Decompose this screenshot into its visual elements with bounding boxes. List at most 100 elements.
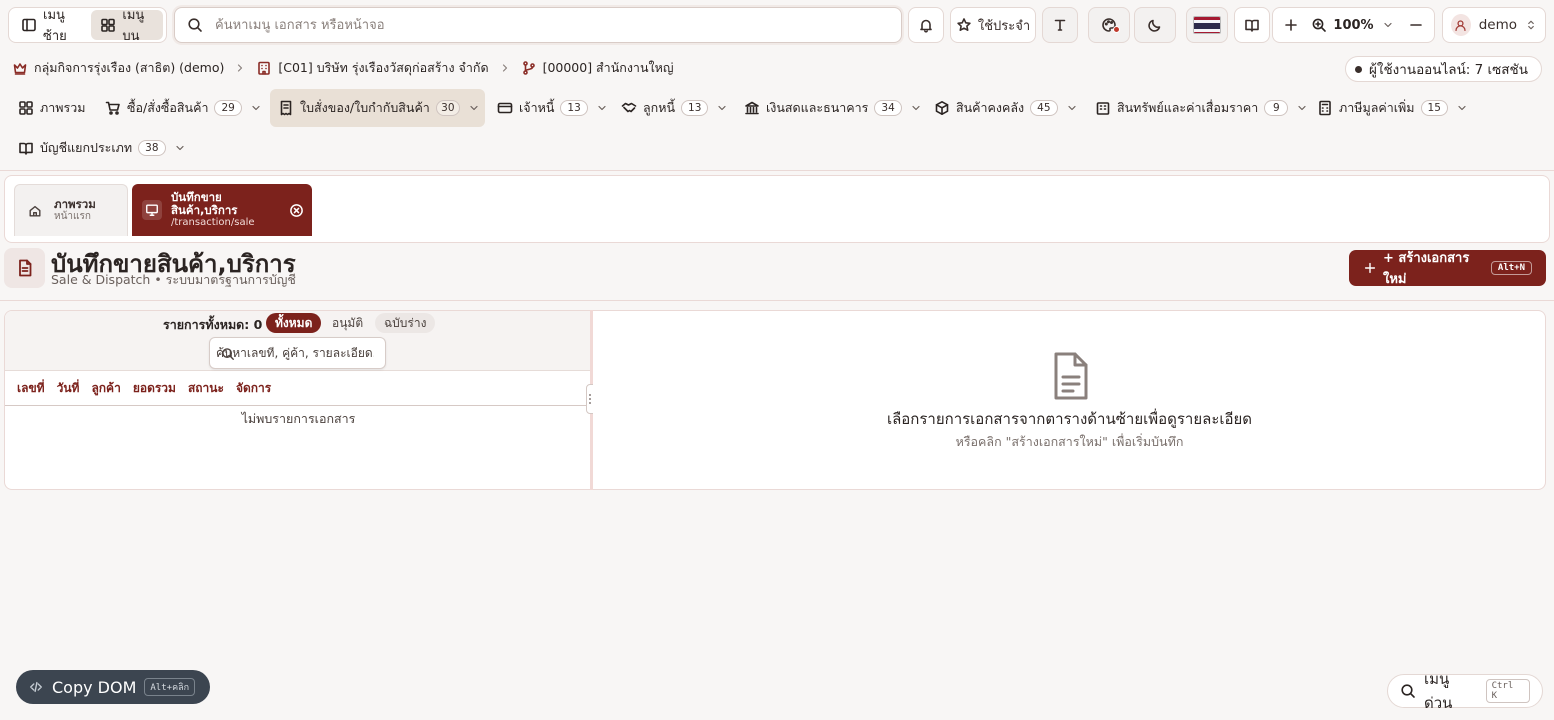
empty-detail-title: เลือกรายการเอกสารจากตารางด้านซ้ายเพื่อดู… <box>886 410 1253 428</box>
monitor-icon <box>142 200 162 220</box>
nav-item-receivables[interactable]: ลูกหนี้ 13 <box>613 89 738 127</box>
chevron-down-icon <box>466 100 482 116</box>
grid-icon <box>100 17 116 33</box>
total-value: 0 <box>253 317 263 332</box>
column-header[interactable]: สถานะ <box>188 379 224 398</box>
tab-subtitle: /transaction/sale <box>171 217 255 229</box>
chevron-down-icon <box>1294 100 1310 116</box>
user-name: demo <box>1478 17 1517 33</box>
nav-item-assets[interactable]: สินทรัพย์และค่าเสื่อมราคา 9 <box>1087 89 1318 127</box>
filter-approved[interactable]: อนุมัติ <box>323 313 372 333</box>
nav-item-cash-bank[interactable]: เงินสดและธนาคาร 34 <box>736 89 932 127</box>
building-icon <box>256 60 272 76</box>
layout-toggle-group: เมนูซ้าย เมนูบน <box>8 7 167 44</box>
left-menu-button[interactable]: เมนูซ้าย <box>12 8 89 44</box>
card-icon <box>497 100 513 116</box>
branch-icon <box>521 60 537 76</box>
dark-mode-button[interactable] <box>1134 7 1176 43</box>
theme-indicator-dot <box>1113 26 1120 33</box>
font-button[interactable] <box>1042 7 1078 43</box>
nav-item-label: เงินสดและธนาคาร <box>766 100 869 115</box>
zoom-out-button[interactable] <box>1400 9 1432 41</box>
tab-title: ภาพรวม <box>54 197 96 212</box>
chevron-down-icon <box>714 100 730 116</box>
nav-item-inventory[interactable]: สินค้าคงคลัง 45 <box>926 89 1088 127</box>
column-header[interactable]: เลขที่ <box>17 379 45 398</box>
top-bar: เมนูซ้าย เมนูบน ใช้ประจำ <box>0 0 1554 50</box>
nav-item-overview[interactable]: ภาพรวม <box>10 89 93 127</box>
breadcrumb-group[interactable]: กลุ่มกิจการรุ่งเรือง (สาธิต) (demo) <box>12 58 224 78</box>
global-search[interactable] <box>174 7 902 43</box>
nav-item-label: ภาษีมูลค่าเพิ่ม <box>1339 100 1415 115</box>
filter-all[interactable]: ทั้งหมด <box>266 313 322 333</box>
breadcrumb-branch[interactable]: [00000] สำนักงานใหญ่ <box>521 58 673 78</box>
sidebar-icon <box>21 17 37 33</box>
tab-text: บันทึกขาย สินค้า,บริการ /transaction/sal… <box>171 190 255 229</box>
document-list-panel: รายการทั้งหมด: 0 ทั้งหมด อนุมัติ ฉบับร่า… <box>4 310 591 490</box>
nav-item-purchase[interactable]: ซื้อ/สั่งซื้อสินค้า 29 <box>97 89 272 127</box>
zoom-icon <box>1311 17 1327 33</box>
tab-overview[interactable]: ภาพรวม หน้าแรก <box>14 184 128 236</box>
column-header[interactable]: ยอดรวม <box>133 379 176 398</box>
count-badge: 38 <box>138 140 166 156</box>
nav-item-payables[interactable]: เจ้าหนี้ 13 <box>489 89 618 127</box>
language-button[interactable] <box>1186 7 1228 43</box>
create-document-button[interactable]: + สร้างเอกสารใหม่ Alt+N <box>1349 250 1546 287</box>
shortcut-hint: Ctrl K <box>1485 679 1530 703</box>
top-menu-button[interactable]: เมนูบน <box>91 8 163 44</box>
filter-draft[interactable]: ฉบับร่าง <box>375 313 436 333</box>
online-users-badge[interactable]: ผู้ใช้งานออนไลน์: 7 เซสชัน <box>1345 56 1542 82</box>
close-circle-icon[interactable] <box>288 202 304 218</box>
text-icon <box>1052 17 1068 33</box>
zoom-level-select[interactable]: 100% <box>1311 17 1395 33</box>
plus-icon <box>1363 261 1377 275</box>
list-search[interactable] <box>209 337 386 369</box>
nav-item-vat[interactable]: ภาษีมูลค่าเพิ่ม 15 <box>1309 89 1478 127</box>
shortcut-hint: Alt+คลิก <box>144 678 196 696</box>
chevron-down-icon <box>1454 100 1470 116</box>
chevron-right-icon <box>497 60 513 76</box>
tab-text: ภาพรวม หน้าแรก <box>54 197 96 223</box>
column-header[interactable]: วันที่ <box>57 379 80 398</box>
breadcrumb: กลุ่มกิจการรุ่งเรือง (สาธิต) (demo) [C01… <box>12 58 673 78</box>
total-count: รายการทั้งหมด: 0 <box>163 315 262 335</box>
cart-icon <box>105 100 121 116</box>
breadcrumb-company[interactable]: [C01] บริษัท รุ่งเรืองวัสดุก่อสร้าง จำกั… <box>256 58 489 78</box>
count-badge: 45 <box>1030 100 1058 116</box>
document-detail-panel: เลือกรายการเอกสารจากตารางด้านซ้ายเพื่อดู… <box>593 310 1546 490</box>
home-icon <box>25 201 45 221</box>
nav-divider <box>0 170 1554 171</box>
copy-dom-button[interactable]: Copy DOM Alt+คลิก <box>16 670 210 704</box>
box-icon <box>934 100 950 116</box>
user-menu-button[interactable]: demo <box>1442 7 1546 43</box>
copy-dom-label: Copy DOM <box>52 677 137 697</box>
document-icon <box>1048 351 1092 401</box>
nav-item-sales-invoice[interactable]: ใบสั่งของ/ใบกำกับสินค้า 30 <box>270 89 485 127</box>
zoom-in-button[interactable] <box>1275 9 1307 41</box>
left-menu-label: เมนูซ้าย <box>43 8 67 44</box>
column-header[interactable]: จัดการ <box>236 379 271 398</box>
nav-item-label: ซื้อ/สั่งซื้อสินค้า <box>127 100 209 115</box>
breadcrumb-group-label: กลุ่มกิจการรุ่งเรือง (สาธิต) (demo) <box>34 60 225 75</box>
global-search-input[interactable] <box>215 17 815 33</box>
chevron-updown-icon <box>1525 17 1537 33</box>
manual-button[interactable] <box>1234 7 1270 43</box>
chevron-down-icon <box>1380 17 1396 33</box>
column-header[interactable]: ลูกค้า <box>91 379 120 398</box>
notifications-button[interactable] <box>908 7 944 43</box>
quick-menu-button[interactable]: เมนูด่วน Ctrl K <box>1387 670 1543 712</box>
favorites-label: ใช้ประจำ <box>977 18 1031 34</box>
handshake-icon <box>621 100 637 116</box>
user-icon <box>1454 19 1467 32</box>
tab-sale-transaction[interactable]: บันทึกขาย สินค้า,บริการ /transaction/sal… <box>132 184 312 236</box>
minus-icon <box>1408 17 1424 33</box>
dashboard-icon <box>18 100 34 116</box>
chevron-down-icon <box>594 100 610 116</box>
nav-item-label: บัญชีแยกประเภท <box>40 140 133 155</box>
favorites-button[interactable]: ใช้ประจำ <box>950 7 1036 43</box>
top-menu-label: เมนูบน <box>122 8 145 44</box>
list-search-input[interactable] <box>216 346 374 360</box>
nav-item-ledger[interactable]: บัญชีแยกประเภท 38 <box>10 129 196 167</box>
search-icon <box>187 17 203 33</box>
theme-button[interactable] <box>1088 7 1130 43</box>
